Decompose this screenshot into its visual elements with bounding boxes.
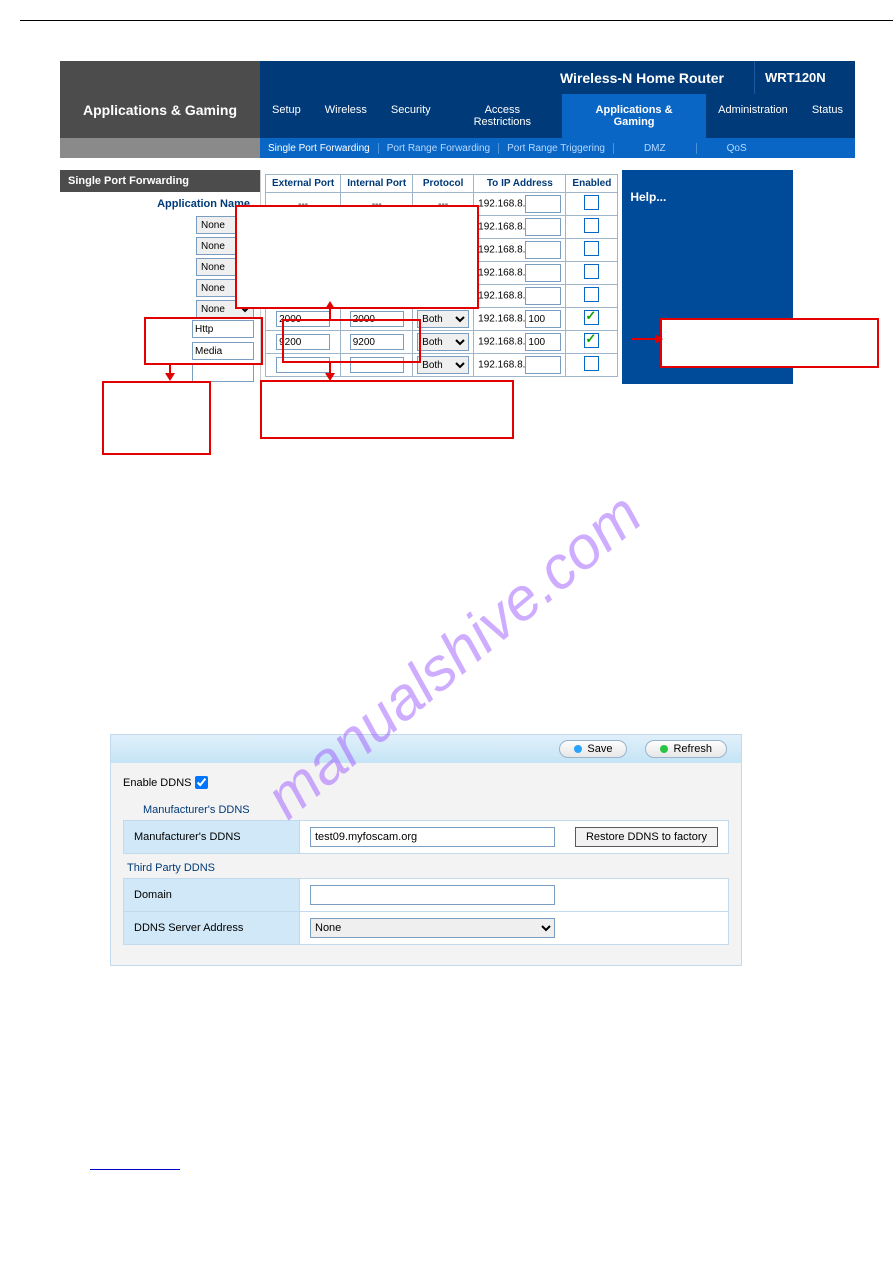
annotation-callout-1 bbox=[102, 381, 211, 455]
enabled-checkbox[interactable] bbox=[584, 287, 599, 302]
enabled-checkbox[interactable] bbox=[584, 356, 599, 371]
annotation-box-ports-cover bbox=[235, 205, 479, 309]
restore-ddns-button[interactable]: Restore DDNS to factory bbox=[575, 827, 718, 847]
save-button[interactable]: Save bbox=[559, 740, 627, 758]
ip-input[interactable] bbox=[525, 241, 561, 259]
subnav-port-range-trig[interactable]: Port Range Triggering bbox=[499, 143, 614, 154]
ip-input[interactable] bbox=[525, 310, 561, 328]
nav-applications-gaming[interactable]: Applications & Gaming bbox=[562, 94, 706, 138]
enable-ddns-checkbox[interactable] bbox=[195, 776, 208, 789]
annotation-box-appname bbox=[144, 317, 263, 365]
enabled-checkbox[interactable] bbox=[584, 241, 599, 256]
subnav-dmz[interactable]: DMZ bbox=[614, 143, 697, 154]
annotation-box-port-values bbox=[282, 319, 421, 363]
th-internal-port: Internal Port bbox=[341, 175, 413, 193]
ddns-server-select[interactable]: None bbox=[310, 918, 555, 938]
protocol-select[interactable]: Both bbox=[417, 333, 469, 351]
refresh-button[interactable]: Refresh bbox=[645, 740, 727, 758]
enabled-checkbox[interactable] bbox=[584, 264, 599, 279]
th-enabled: Enabled bbox=[566, 175, 618, 193]
subnav-qos[interactable]: QoS bbox=[697, 143, 777, 154]
domain-input[interactable] bbox=[310, 885, 555, 905]
enabled-checkbox[interactable] bbox=[584, 195, 599, 210]
nav-administration[interactable]: Administration bbox=[706, 94, 800, 138]
ip-input[interactable] bbox=[525, 287, 561, 305]
subnav-single-port-fwd[interactable]: Single Port Forwarding bbox=[260, 143, 379, 154]
application-name-label: Application Name bbox=[60, 192, 260, 216]
ip-input[interactable] bbox=[525, 356, 561, 374]
nav-status[interactable]: Status bbox=[800, 94, 855, 138]
nav-security[interactable]: Security bbox=[379, 94, 443, 138]
ddns-server-label: DDNS Server Address bbox=[124, 912, 300, 945]
ip-input[interactable] bbox=[525, 195, 561, 213]
subnav-port-range-fwd[interactable]: Port Range Forwarding bbox=[379, 143, 499, 154]
ip-input[interactable] bbox=[525, 264, 561, 282]
nav-setup[interactable]: Setup bbox=[260, 94, 313, 138]
protocol-select[interactable]: Both bbox=[417, 310, 469, 328]
protocol-select[interactable]: Both bbox=[417, 356, 469, 374]
app-name-input-3[interactable] bbox=[192, 364, 254, 382]
router-model: WRT120N bbox=[754, 61, 855, 94]
annotation-callout-2 bbox=[260, 380, 514, 439]
footer-link[interactable] bbox=[90, 1166, 180, 1170]
enabled-checkbox[interactable] bbox=[584, 218, 599, 233]
sidebar-header: Single Port Forwarding bbox=[60, 170, 260, 192]
domain-label: Domain bbox=[124, 879, 300, 912]
ddns-panel: Save Refresh Enable DDNS Manufacturer's … bbox=[110, 734, 742, 966]
router-screenshot: Wireless-N Home Router WRT120N Applicati… bbox=[60, 61, 855, 384]
nav-wireless[interactable]: Wireless bbox=[313, 94, 379, 138]
enable-ddns-label: Enable DDNS bbox=[123, 777, 191, 789]
ip-input[interactable] bbox=[525, 218, 561, 236]
nav-access-restrictions[interactable]: Access Restrictions bbox=[443, 94, 562, 138]
save-icon bbox=[574, 745, 582, 753]
subnav-left-spacer bbox=[60, 138, 260, 158]
main-nav: Setup Wireless Security Access Restricti… bbox=[260, 94, 855, 138]
th-protocol: Protocol bbox=[413, 175, 474, 193]
router-logo-area bbox=[60, 61, 260, 94]
help-link[interactable]: Help... bbox=[630, 190, 666, 204]
th-to-ip: To IP Address bbox=[474, 175, 566, 193]
manufacturer-ddns-input[interactable] bbox=[310, 827, 555, 847]
refresh-icon bbox=[660, 745, 668, 753]
third-party-ddns-section: Third Party DDNS bbox=[123, 854, 729, 878]
manufacturer-ddns-label: Manufacturer's DDNS bbox=[124, 821, 300, 854]
annotation-callout-3 bbox=[660, 318, 879, 368]
router-title: Wireless-N Home Router bbox=[260, 61, 754, 94]
ip-input[interactable] bbox=[525, 333, 561, 351]
enabled-checkbox[interactable] bbox=[584, 333, 599, 348]
enabled-checkbox[interactable] bbox=[584, 310, 599, 325]
manufacturer-ddns-section: Manufacturer's DDNS bbox=[123, 796, 729, 820]
section-title: Applications & Gaming bbox=[60, 94, 260, 138]
th-external-port: External Port bbox=[266, 175, 341, 193]
